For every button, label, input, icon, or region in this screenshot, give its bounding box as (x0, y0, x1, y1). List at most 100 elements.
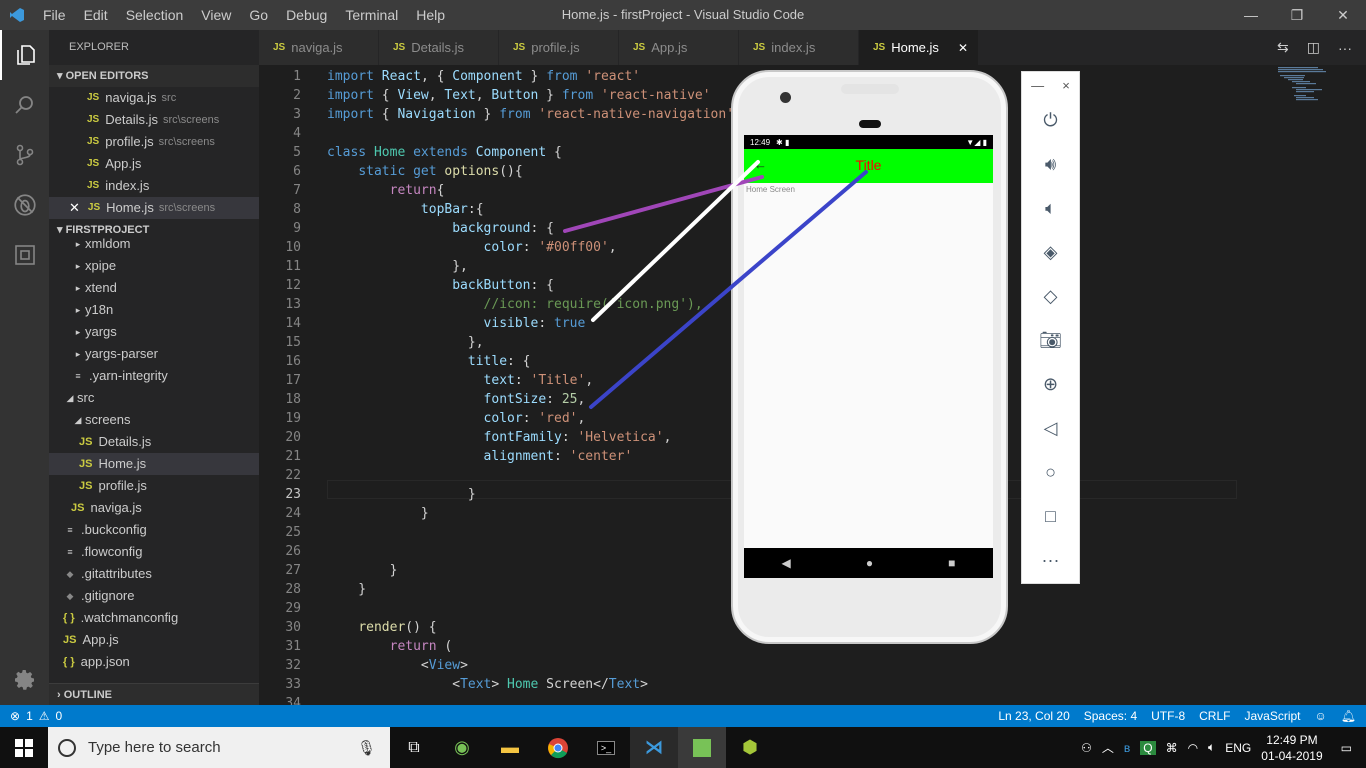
menu-debug[interactable]: Debug (277, 7, 336, 23)
extensions-icon[interactable] (0, 230, 49, 280)
split-editor-icon[interactable]: ◫ (1307, 39, 1320, 56)
tree-item[interactable]: { } .watchmanconfig (49, 607, 259, 629)
volume-icon[interactable]: 🔈︎ (1208, 740, 1215, 755)
tab-index-js[interactable]: JS index.js (739, 30, 859, 65)
android-app-icon[interactable]: ⬢ (726, 727, 774, 768)
close-editor-icon[interactable]: ✕ (69, 197, 80, 219)
gear-icon[interactable] (0, 655, 49, 705)
open-editor-item[interactable]: JS profile.js src\screens (49, 131, 259, 153)
overview-icon[interactable]: □ (1022, 494, 1079, 538)
show-hidden-icons[interactable]: ︿ (1102, 739, 1114, 756)
menu-selection[interactable]: Selection (117, 7, 193, 23)
home-icon[interactable]: ○ (1022, 450, 1079, 494)
emulator-taskbar-icon[interactable] (678, 727, 726, 768)
indentation[interactable]: Spaces: 4 (1084, 709, 1137, 723)
zoom-icon[interactable]: ⊕ (1022, 362, 1079, 406)
volume-down-icon[interactable]: 🔈︎ (1022, 186, 1079, 230)
tab-naviga-js[interactable]: JS naviga.js (259, 30, 379, 65)
emulator-close-button[interactable]: × (1062, 78, 1070, 93)
tree-item[interactable]: ▸ yargs-parser (49, 343, 259, 365)
rotate-right-icon[interactable]: ◇ (1022, 274, 1079, 318)
menu-help[interactable]: Help (407, 7, 454, 23)
open-editor-item[interactable]: JS Details.js src\screens (49, 109, 259, 131)
vscode-taskbar-icon[interactable]: ⋊ (630, 727, 678, 768)
back-icon[interactable]: ◁ (1022, 406, 1079, 450)
outline-header[interactable]: › OUTLINE (49, 683, 259, 705)
open-editor-item[interactable]: ✕ JS Home.js src\screens (49, 197, 259, 219)
menu-view[interactable]: View (192, 7, 240, 23)
language-indicator[interactable]: ENG (1225, 741, 1251, 755)
nav-recents-icon[interactable]: ■ (948, 556, 955, 570)
menu-file[interactable]: File (34, 7, 75, 23)
open-editors-header[interactable]: ▾ OPEN EDITORS (49, 65, 259, 87)
nav-home-icon[interactable]: ● (866, 556, 873, 570)
more-icon[interactable]: ··· (1022, 538, 1079, 582)
maximize-button[interactable]: ❐ (1274, 0, 1320, 30)
minimize-button[interactable]: — (1228, 0, 1274, 30)
tree-item[interactable]: JS Home.js (49, 453, 259, 475)
notifications-icon[interactable]: 🔔︎ (1341, 709, 1356, 723)
menu-go[interactable]: Go (240, 7, 277, 23)
task-view-icon[interactable]: ⧉ (390, 727, 438, 768)
q-app-icon[interactable]: Q (1140, 740, 1156, 755)
tree-item[interactable]: { } app.json (49, 651, 259, 673)
menu-edit[interactable]: Edit (75, 7, 117, 23)
close-tab-icon[interactable]: ✕ (958, 41, 968, 55)
tree-item[interactable]: ≡ .buckconfig (49, 519, 259, 541)
language-mode[interactable]: JavaScript (1244, 709, 1300, 723)
line-ending[interactable]: CRLF (1199, 709, 1230, 723)
tree-item[interactable]: ▸ y18n (49, 299, 259, 321)
bluetooth-icon[interactable]: ʙ (1124, 741, 1130, 755)
tab-details-js[interactable]: JS Details.js (379, 30, 499, 65)
files-icon[interactable] (0, 30, 49, 80)
open-editor-item[interactable]: JS App.js (49, 153, 259, 175)
camera-icon[interactable]: 📷︎ (1022, 318, 1079, 362)
error-count[interactable]: 1 (26, 709, 33, 723)
file-explorer-icon[interactable]: ▬ (486, 727, 534, 768)
close-window-button[interactable]: ✕ (1320, 0, 1366, 30)
cursor-position[interactable]: Ln 23, Col 20 (998, 709, 1069, 723)
action-center-icon[interactable]: ▭ (1341, 741, 1352, 755)
warnings-icon[interactable]: ⚠ (39, 709, 50, 723)
tree-item[interactable]: JS naviga.js (49, 497, 259, 519)
tab-home-js[interactable]: JS Home.js ✕ (859, 30, 979, 65)
tree-item[interactable]: ◆ .gitattributes (49, 563, 259, 585)
taskbar-clock[interactable]: 12:49 PM 01-04-2019 (1261, 732, 1322, 764)
taskbar-search[interactable]: Type here to search 🎙︎ (48, 727, 390, 768)
encoding[interactable]: UTF-8 (1151, 709, 1185, 723)
volume-up-icon[interactable]: 🔊︎ (1022, 142, 1079, 186)
tree-item[interactable]: ◢ screens (49, 409, 259, 431)
search-icon[interactable] (0, 80, 49, 130)
windows-start-icon[interactable] (0, 727, 48, 768)
emulator-minimize-button[interactable]: — (1031, 78, 1044, 93)
emulator-screen[interactable]: 12:49 ✱ ▮ ▼◢ ▮ ← Title Home Screen ◀ ● ■ (744, 135, 993, 578)
tree-item[interactable]: ◆ .gitignore (49, 585, 259, 607)
power-icon[interactable]: ⏻ (1022, 98, 1079, 142)
open-changes-icon[interactable]: ⇆ (1277, 39, 1289, 56)
wifi-icon[interactable]: ◠ (1188, 741, 1198, 755)
microphone-icon[interactable]: 🎙︎ (357, 739, 376, 757)
tree-item[interactable]: ◢ src (49, 387, 259, 409)
errors-icon[interactable]: ⊗ (10, 709, 20, 723)
open-editor-item[interactable]: JS naviga.js src (49, 87, 259, 109)
tree-item[interactable]: JS profile.js (49, 475, 259, 497)
minimap[interactable] (1268, 65, 1358, 165)
debug-icon[interactable] (0, 180, 49, 230)
tree-item[interactable]: ≡ .flowconfig (49, 541, 259, 563)
people-icon[interactable]: ⚇ (1081, 741, 1092, 755)
tab-profile-js[interactable]: JS profile.js (499, 30, 619, 65)
nav-back-icon[interactable]: ◀ (782, 556, 791, 570)
terminal-icon[interactable]: >_ (582, 727, 630, 768)
chrome-icon[interactable] (534, 727, 582, 768)
menu-terminal[interactable]: Terminal (336, 7, 407, 23)
tree-item[interactable]: JS Details.js (49, 431, 259, 453)
tree-item[interactable]: ▸ xpipe (49, 255, 259, 277)
open-editor-item[interactable]: JS index.js (49, 175, 259, 197)
warning-count[interactable]: 0 (56, 709, 63, 723)
cast-icon[interactable]: ⌘ (1166, 741, 1178, 755)
tree-item[interactable]: ▸ xtend (49, 277, 259, 299)
tree-item[interactable]: ▸ xmldom (49, 233, 259, 255)
feedback-icon[interactable]: ☺ (1315, 709, 1327, 723)
tab-app-js[interactable]: JS App.js (619, 30, 739, 65)
android-studio-icon[interactable]: ◉ (438, 727, 486, 768)
